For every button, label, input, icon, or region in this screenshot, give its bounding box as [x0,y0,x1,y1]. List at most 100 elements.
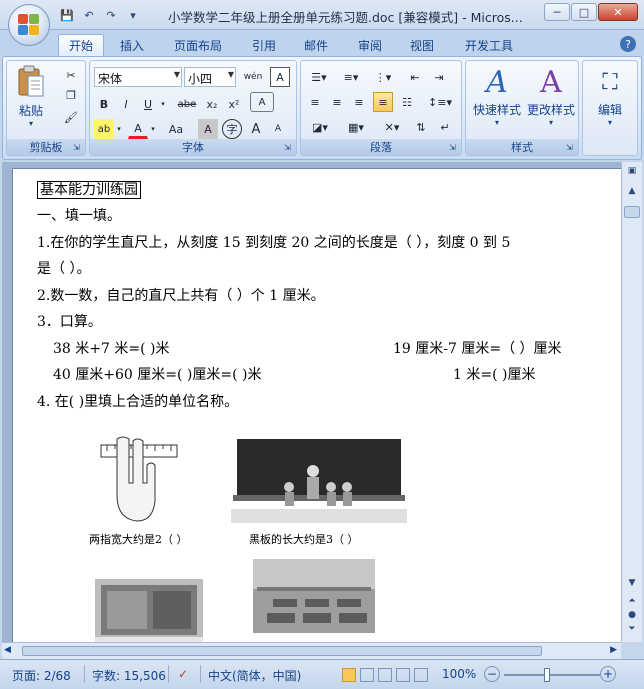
font-name-combo[interactable]: 宋体 ▼ [94,67,182,87]
multilevel-list-icon[interactable]: ⋮▾ [369,67,397,87]
paste-label: 粘贴 [18,104,43,118]
paragraph-launcher-icon[interactable]: ⇲ [449,143,459,153]
change-styles-label: 更改样式 [526,103,575,117]
font-group: 宋体 ▼ 小四 ▼ wén A B I U ▾ abe x₂ x² A ab ▾… [89,60,297,156]
tab-review[interactable]: 审阅 [350,34,390,56]
underline-button[interactable]: U [138,94,158,114]
styles-launcher-icon[interactable]: ⇲ [566,143,576,153]
hscroll-thumb[interactable] [22,646,542,656]
zoom-out-button[interactable]: − [484,666,500,682]
horizontal-scrollbar[interactable]: ◀ ▶ [2,642,621,659]
full-screen-reading-icon[interactable] [360,668,374,682]
previous-page-icon[interactable]: ⏶ [624,596,640,608]
undo-icon[interactable]: ↶ [80,7,98,23]
scroll-up-icon[interactable]: ▲ [624,186,640,200]
font-launcher-icon[interactable]: ⇲ [284,143,294,153]
line-spacing-icon[interactable]: ↕≡▾ [425,92,455,112]
superscript-button[interactable]: x² [224,94,244,114]
bullets-icon[interactable]: ☰▾ [305,67,333,87]
sort-icon[interactable]: ⇅ [411,117,431,137]
paragraph-group: ☰▾ ≡▾ ⋮▾ ⇤ ⇥ ≡ ≡ ≡ ≡ ☷ ↕≡▾ ◪▾ ▦▾ ✕▾ ⇅ ↵ … [300,60,462,156]
change-styles-button[interactable]: A 更改样式 ▾ [524,65,578,127]
enclose-char-button[interactable]: 字 [222,119,242,139]
highlight-icon[interactable]: ab [94,119,114,139]
change-case-button[interactable]: Aa [162,119,190,139]
zoom-slider-thumb[interactable] [544,668,550,682]
tab-insert[interactable]: 插入 [112,34,152,56]
ribbon-tabs: 开始 插入 页面布局 引用 邮件 审阅 视图 开发工具 ? [0,30,644,56]
tab-mailings[interactable]: 邮件 [296,34,336,56]
editing-button[interactable]: ⛶ 编辑 ▾ [587,65,633,127]
chevron-down-icon[interactable]: ▾ [114,119,124,139]
tab-developer[interactable]: 开发工具 [458,34,520,56]
editing-button-label: 编辑 [597,103,622,117]
quick-styles-button[interactable]: A 快速样式 ▾ [470,65,524,127]
align-right-icon[interactable]: ≡ [349,92,369,112]
help-icon[interactable]: ? [620,36,636,52]
outline-view-icon[interactable] [396,668,410,682]
ruler-toggle-icon[interactable]: ▣ [624,166,640,182]
quick-styles-icon: A [486,65,508,100]
window-title: 小学数学二年级上册全册单元练习题.doc [兼容模式] - Micros... [168,10,523,25]
font-color-button[interactable]: A [128,119,148,139]
select-browse-object-icon[interactable]: ● [624,610,640,622]
word-count[interactable]: 字数: 15,506 [92,667,166,684]
scroll-thumb[interactable] [624,206,640,218]
zoom-level[interactable]: 100% [442,667,476,681]
zoom-in-button[interactable]: + [600,666,616,682]
shrink-font-button[interactable]: A [268,119,288,139]
language-indicator[interactable]: 中文(简体，中国) [208,667,301,684]
web-layout-icon[interactable] [378,668,392,682]
char-shading-button[interactable]: A [198,119,218,139]
shading-icon[interactable]: ◪▾ [305,117,335,137]
clear-formatting-button[interactable]: A [250,92,274,112]
tab-view[interactable]: 视图 [402,34,442,56]
paste-button[interactable]: 粘贴 ▾ [11,65,51,137]
next-page-icon[interactable]: ⏷ [624,624,640,636]
bold-button[interactable]: B [94,94,114,114]
tab-references[interactable]: 引用 [244,34,284,56]
show-marks-icon[interactable]: ↵ [435,117,455,137]
scroll-down-icon[interactable]: ▼ [624,578,640,592]
phonetic-guide-button[interactable]: wén [240,67,266,87]
minimize-button[interactable]: ─ [544,3,570,21]
zoom-slider-track[interactable] [504,674,600,676]
distributed-icon[interactable]: ☷ [397,92,417,112]
char-border-button[interactable]: A [270,67,290,87]
align-left-icon[interactable]: ≡ [305,92,325,112]
page-count[interactable]: 页面: 2/68 [12,667,71,684]
proofing-icon[interactable]: ✓ [178,667,188,681]
cut-icon[interactable]: ✂ [61,65,81,85]
increase-indent-icon[interactable]: ⇥ [429,67,449,87]
office-button[interactable] [8,4,50,46]
tab-home[interactable]: 开始 [58,34,104,56]
clipboard-launcher-icon[interactable]: ⇲ [73,143,83,153]
document-page[interactable]: 基本能力训练园 一、填一填。 1.在你的学生直尺上，从刻度 15 到刻度 20 … [12,168,621,642]
chevron-down-icon[interactable]: ▾ [148,119,158,139]
vertical-scrollbar[interactable]: ▣ ▲ ▼ ⏶ ● ⏷ [621,162,642,642]
chevron-down-icon[interactable]: ▾ [158,94,168,114]
strikethrough-button[interactable]: abe [174,94,200,114]
asian-layout-icon[interactable]: ✕▾ [377,117,407,137]
borders-icon[interactable]: ▦▾ [341,117,371,137]
close-button[interactable]: ✕ [598,3,638,21]
grow-font-button[interactable]: A [246,119,266,139]
save-icon[interactable]: 💾 [58,7,76,23]
format-painter-icon[interactable]: 🖌 [61,107,81,127]
tab-page-layout[interactable]: 页面布局 [166,34,230,56]
align-center-icon[interactable]: ≡ [327,92,347,112]
subscript-button[interactable]: x₂ [202,94,222,114]
draft-view-icon[interactable] [414,668,428,682]
customize-qat-icon[interactable]: ▾ [124,7,142,23]
italic-button[interactable]: I [116,94,136,114]
font-size-combo[interactable]: 小四 ▼ [184,67,236,87]
scroll-left-icon[interactable]: ◀ [4,645,11,655]
copy-icon[interactable]: ❐ [61,85,81,105]
decrease-indent-icon[interactable]: ⇤ [405,67,425,87]
justify-icon[interactable]: ≡ [373,92,393,112]
redo-icon[interactable]: ↷ [102,7,120,23]
maximize-button[interactable]: □ [571,3,597,21]
scroll-right-icon[interactable]: ▶ [610,645,617,655]
print-layout-icon[interactable] [342,668,356,682]
numbering-icon[interactable]: ≡▾ [337,67,365,87]
